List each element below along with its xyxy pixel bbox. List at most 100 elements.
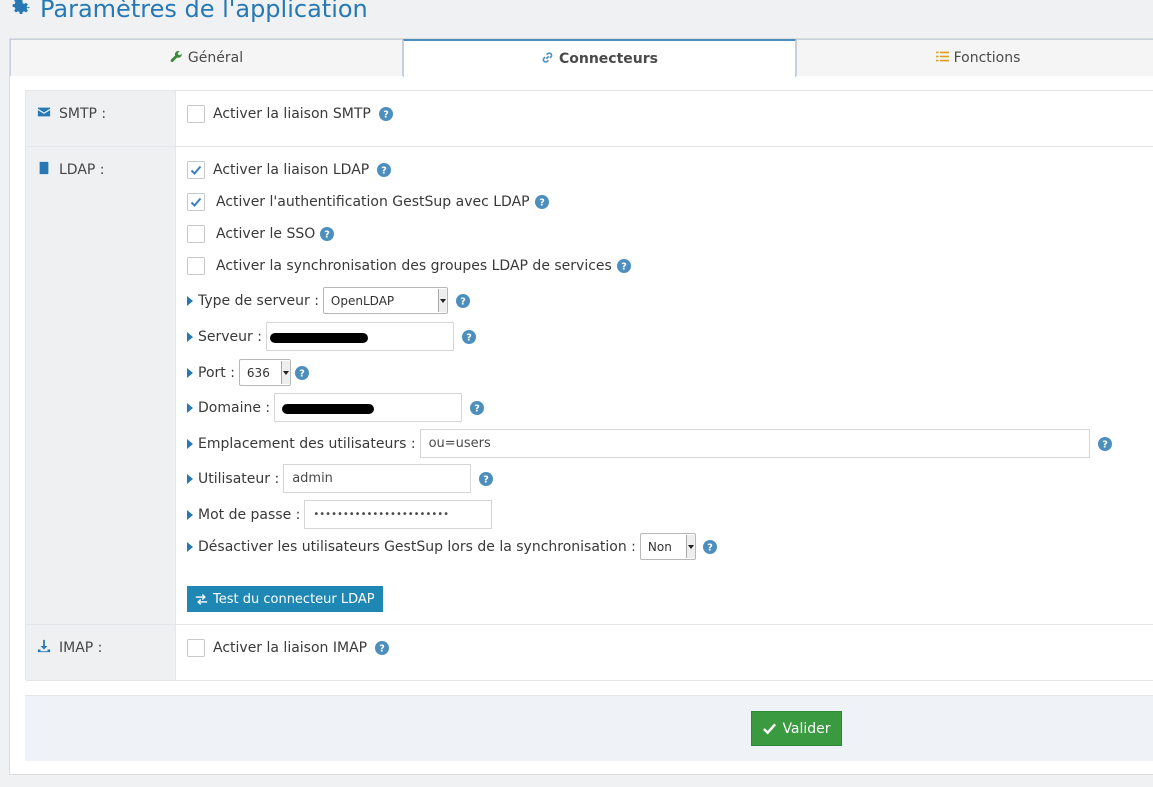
row-ldap: LDAP : Activer la liaison LDAP ? Activer…	[26, 147, 1153, 625]
test-ldap-button-label: Test du connecteur LDAP	[213, 591, 375, 607]
domain-input[interactable]	[274, 393, 463, 422]
svg-text:?: ?	[483, 474, 489, 485]
disable-users-label: Désactiver les utilisateurs GestSup lors…	[198, 538, 636, 555]
help-icon[interactable]: ?	[461, 329, 476, 344]
svg-text:?: ?	[460, 296, 466, 307]
wrench-icon	[170, 50, 183, 67]
test-ldap-button[interactable]: Test du connecteur LDAP	[187, 586, 383, 612]
tab-fonctions[interactable]: Fonctions	[796, 39, 1153, 76]
svg-text:?: ?	[707, 542, 713, 553]
help-icon[interactable]: ?	[455, 293, 470, 308]
svg-text:?: ?	[539, 198, 545, 209]
user-line: Utilisateur : admin ?	[187, 464, 494, 493]
caret-right-icon	[187, 331, 193, 342]
disable-users-value: Non	[647, 539, 672, 554]
redacted-value	[269, 333, 368, 343]
disable-users-line: Désactiver les utilisateurs GestSup lors…	[187, 533, 717, 560]
chevron-down-icon	[685, 535, 695, 558]
tab-general-label: Général	[187, 50, 244, 66]
ldap-auth-line: Activer l'authentification GestSup avec …	[187, 193, 549, 211]
help-icon[interactable]: ?	[378, 107, 393, 121]
ldap-auth-checkbox[interactable]	[187, 193, 205, 211]
ldap-sso-line: Activer le SSO ?	[187, 225, 335, 243]
chevron-down-icon	[437, 289, 447, 312]
chevron-down-icon	[280, 361, 290, 384]
smtp-enable-label: Activer la liaison SMTP	[213, 106, 371, 122]
envelope-icon	[37, 105, 51, 123]
caret-right-icon	[187, 473, 193, 484]
svg-text:?: ?	[466, 332, 472, 343]
tab-connecteurs-label: Connecteurs	[558, 51, 658, 67]
server-type-line: Type de serveur : OpenLDAP ?	[187, 287, 470, 314]
tab-connecteurs[interactable]: Connecteurs	[403, 39, 796, 77]
download-icon	[37, 639, 51, 657]
row-imap: IMAP : Activer la liaison IMAP ?	[26, 625, 1153, 681]
server-type-select[interactable]: OpenLDAP	[322, 287, 448, 314]
help-icon[interactable]: ?	[1097, 436, 1112, 451]
password-label: Mot de passe :	[198, 506, 301, 523]
check-icon	[763, 723, 777, 735]
port-select[interactable]: 636	[238, 359, 291, 386]
caret-right-icon	[187, 509, 193, 520]
ldap-sso-checkbox[interactable]	[187, 225, 205, 243]
list-icon	[935, 50, 949, 67]
smtp-enable-checkbox[interactable]	[187, 105, 205, 123]
page-title-text: Paramètres de l'application	[40, 0, 368, 23]
server-line: Serveur : ?	[187, 322, 476, 351]
password-input[interactable]: •••••••••••••••••••••••	[304, 500, 493, 529]
imap-enable-checkbox[interactable]	[187, 639, 205, 657]
port-label: Port :	[198, 364, 235, 381]
users-location-input[interactable]: ou=users	[419, 429, 1090, 458]
ldap-sync-checkbox[interactable]	[187, 257, 205, 275]
user-input[interactable]: admin	[283, 464, 472, 493]
check-icon	[190, 197, 202, 207]
help-icon[interactable]: ?	[320, 227, 335, 241]
imap-enable-label: Activer la liaison IMAP	[213, 640, 368, 656]
help-icon[interactable]: ?	[375, 641, 390, 655]
caret-right-icon	[187, 541, 193, 552]
redacted-value	[282, 404, 375, 414]
tab-bar: Général Connecteurs Fonctions	[10, 39, 1153, 77]
ldap-enable-label: Activer la liaison LDAP	[213, 162, 370, 178]
port-line: Port : 636 ?	[187, 359, 309, 386]
submit-button[interactable]: Valider	[751, 711, 842, 746]
tab-fonctions-label: Fonctions	[953, 50, 1021, 66]
imap-enable-line: Activer la liaison IMAP ?	[187, 639, 390, 657]
caret-right-icon	[187, 295, 193, 306]
smtp-label-cell: SMTP :	[26, 91, 176, 146]
row-smtp: SMTP : Activer la liaison SMTP ?	[26, 91, 1153, 147]
help-icon[interactable]: ?	[479, 471, 494, 486]
ldap-enable-checkbox[interactable]	[187, 161, 205, 179]
server-label: Serveur :	[198, 328, 262, 345]
connectors-table: SMTP : Activer la liaison SMTP ? LDAP :	[25, 90, 1153, 681]
settings-panel: Général Connecteurs Fonctions SMTP: Act…	[9, 38, 1153, 775]
ldap-sso-label: Activer le SSO	[216, 226, 316, 242]
help-icon[interactable]: ?	[616, 259, 631, 273]
imap-label-cell: IMAP :	[26, 625, 176, 680]
user-label: Utilisateur :	[198, 470, 280, 487]
help-icon[interactable]: ?	[470, 400, 485, 415]
book-icon	[37, 161, 51, 179]
password-line: Mot de passe : •••••••••••••••••••••••	[187, 500, 493, 529]
tab-general[interactable]: Général	[10, 39, 403, 76]
ldap-label-cell: LDAP :	[26, 147, 176, 624]
server-type-label: Type de serveur :	[198, 292, 319, 309]
svg-text:?: ?	[383, 110, 389, 121]
caret-right-icon	[187, 438, 193, 449]
caret-right-icon	[187, 367, 193, 378]
caret-right-icon	[187, 402, 193, 413]
ldap-auth-label: Activer l'authentification GestSup avec …	[216, 194, 530, 210]
users-location-line: Emplacement des utilisateurs : ou=users …	[187, 429, 1112, 458]
svg-text:?: ?	[1102, 439, 1108, 450]
disable-users-select[interactable]: Non	[639, 533, 696, 560]
svg-text:?: ?	[299, 368, 305, 379]
server-type-value: OpenLDAP	[330, 293, 395, 308]
page-title: Paramètres de l'application	[8, 0, 368, 24]
svg-text:?: ?	[324, 230, 330, 241]
help-icon[interactable]: ?	[294, 365, 309, 380]
help-icon[interactable]: ?	[702, 539, 717, 554]
domain-label: Domaine :	[198, 399, 271, 416]
server-input[interactable]	[265, 322, 454, 351]
help-icon[interactable]: ?	[377, 163, 392, 177]
help-icon[interactable]: ?	[534, 195, 549, 209]
